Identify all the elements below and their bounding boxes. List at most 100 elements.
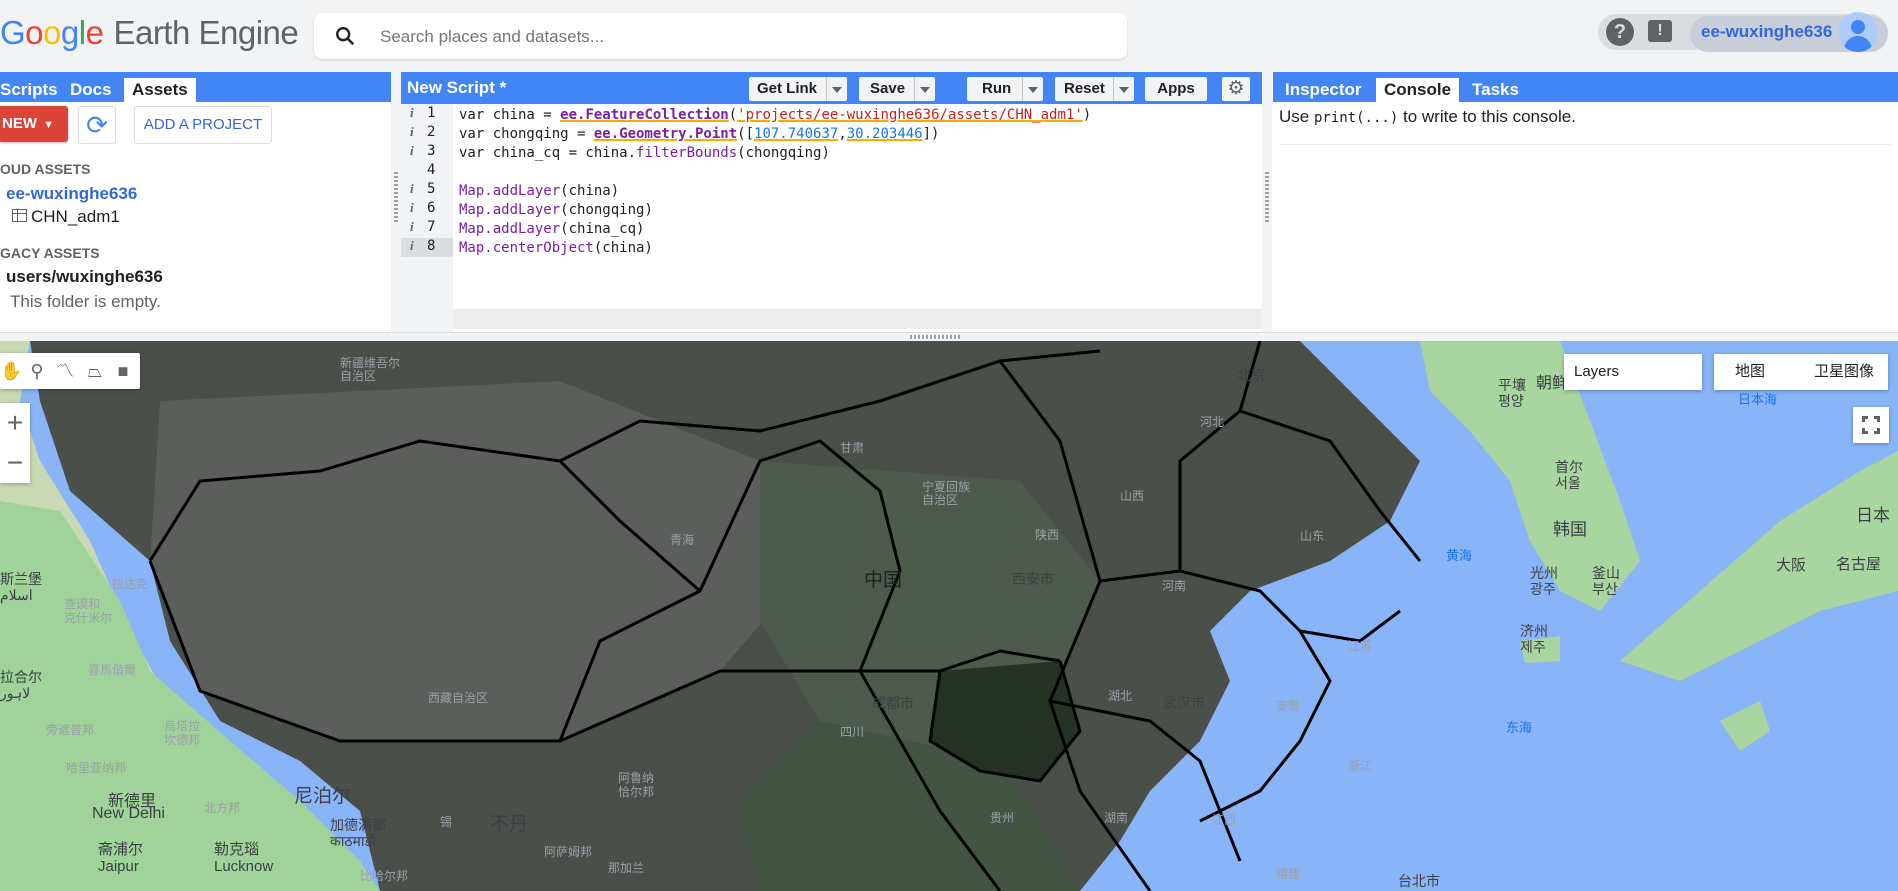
add-project-button[interactable]: ADD A PROJECT bbox=[134, 106, 272, 144]
left-splitter[interactable] bbox=[391, 72, 401, 332]
map-label: 不丹 bbox=[490, 814, 529, 835]
map-label: 那加兰 bbox=[608, 861, 645, 875]
rectangle-icon[interactable]: ■ bbox=[112, 360, 134, 382]
map-label: New Delhi bbox=[92, 805, 165, 822]
map-label: 福建 bbox=[1276, 867, 1301, 881]
refresh-icon: ⟳ bbox=[86, 110, 108, 140]
map-label: 哈里亚纳邦 bbox=[66, 761, 127, 775]
map-label: 北方邦 bbox=[204, 801, 241, 815]
map-label: 浙江 bbox=[1348, 759, 1373, 773]
chevron-down-icon: ▼ bbox=[43, 119, 55, 131]
tab-docs[interactable]: Docs bbox=[62, 78, 120, 102]
gutter-line: i3 bbox=[410, 143, 436, 159]
gutter-line: i1 bbox=[410, 105, 436, 121]
logo-product-text: Earth Engine bbox=[113, 14, 299, 51]
map-label: 大阪 bbox=[1776, 557, 1807, 574]
tab-console[interactable]: Console bbox=[1376, 78, 1460, 102]
code-line: var chongqing = ee.Geometry.Point([107.7… bbox=[459, 126, 940, 142]
map-type-satellite[interactable]: 卫星图像 bbox=[1800, 354, 1888, 390]
map-label: 烏塔拉 坎德邦 bbox=[164, 719, 201, 747]
layers-button[interactable]: Layers bbox=[1564, 354, 1702, 390]
run-label: Run bbox=[982, 80, 1012, 97]
apps-button[interactable]: Apps bbox=[1145, 77, 1207, 101]
info-icon[interactable]: i bbox=[410, 105, 414, 121]
tab-scripts[interactable]: Scripts bbox=[0, 78, 66, 102]
search-input[interactable] bbox=[378, 21, 1082, 53]
map-label: 查谟和 克什米尔 bbox=[64, 597, 113, 625]
gear-icon[interactable]: ⚙ bbox=[1222, 77, 1250, 101]
info-icon[interactable]: i bbox=[410, 200, 414, 216]
reset-button[interactable]: Reset bbox=[1055, 77, 1134, 101]
get-link-dropdown[interactable] bbox=[826, 77, 847, 101]
tab-inspector[interactable]: Inspector bbox=[1277, 78, 1370, 102]
map-label: 新疆维吾尔 自治区 bbox=[340, 356, 401, 383]
tab-tasks[interactable]: Tasks bbox=[1464, 78, 1527, 102]
new-button-label: NEW bbox=[2, 115, 37, 132]
map-label: 东海 bbox=[1506, 720, 1533, 735]
map-label: 日本海 bbox=[1738, 392, 1778, 407]
zoom-in-icon[interactable]: + bbox=[0, 403, 30, 443]
fullscreen-icon[interactable] bbox=[1853, 407, 1889, 443]
map-label: 湖南 bbox=[1104, 811, 1129, 825]
run-button[interactable]: Run bbox=[967, 77, 1043, 101]
help-icon[interactable]: ? bbox=[1606, 18, 1634, 46]
info-icon[interactable]: i bbox=[410, 143, 414, 159]
search-icon bbox=[336, 27, 355, 46]
script-title: New Script * bbox=[407, 78, 507, 97]
gutter-line: 4 bbox=[427, 162, 436, 178]
run-dropdown[interactable] bbox=[1022, 77, 1043, 101]
info-icon[interactable]: i bbox=[410, 219, 414, 235]
map-label: 阿鲁纳 恰尔邦 bbox=[618, 771, 655, 799]
asset-item[interactable]: CHN_adm1 bbox=[12, 207, 120, 227]
zoom-out-icon[interactable]: − bbox=[0, 443, 30, 483]
feedback-icon[interactable]: ! bbox=[1648, 20, 1672, 42]
map-canvas bbox=[0, 341, 1898, 891]
code-line: var china = ee.FeatureCollection('projec… bbox=[459, 107, 1092, 123]
map-label: 西藏自治区 bbox=[428, 691, 489, 705]
map-label: 济州 제주 bbox=[1520, 623, 1548, 655]
legacy-root-folder[interactable]: users/wuxinghe636 bbox=[6, 267, 163, 287]
info-icon[interactable]: i bbox=[410, 181, 414, 197]
table-icon bbox=[12, 209, 27, 222]
map-label: 青海 bbox=[670, 533, 695, 547]
map-label: 江西 bbox=[1212, 813, 1237, 827]
map-type-map[interactable]: 地图 bbox=[1714, 354, 1786, 390]
new-button[interactable]: NEW ▼ bbox=[0, 106, 68, 142]
pan-hand-icon[interactable]: ✋ bbox=[0, 360, 22, 382]
map-label: 首尔 서울 bbox=[1555, 459, 1583, 491]
get-link-label: Get Link bbox=[757, 80, 818, 97]
polygon-icon[interactable]: ⏢ bbox=[84, 360, 106, 382]
get-link-button[interactable]: Get Link bbox=[749, 77, 847, 101]
tab-assets[interactable]: Assets bbox=[124, 78, 196, 102]
code-editor-panel: New Script * Get Link Save Run Reset App… bbox=[401, 72, 1262, 332]
search-box[interactable] bbox=[314, 13, 1127, 59]
cloud-assets-heading: OUD ASSETS bbox=[0, 161, 91, 177]
map-view[interactable]: 新疆维吾尔 自治区 北京 平壤 평양 朝鲜 日本海 甘肃 河北 宁夏回族 自治区… bbox=[0, 341, 1898, 891]
map-label: 湖北 bbox=[1108, 689, 1133, 703]
info-icon[interactable]: i bbox=[410, 238, 414, 254]
empty-folder-message: This folder is empty. bbox=[10, 292, 161, 311]
save-button[interactable]: Save bbox=[859, 77, 935, 101]
map-label: 黄海 bbox=[1446, 548, 1473, 563]
map-label: 武汉市 bbox=[1163, 695, 1205, 711]
gutter-line: i2 bbox=[410, 124, 436, 140]
code-line: Map.addLayer(china_cq) bbox=[459, 221, 645, 237]
map-label: 四川 bbox=[840, 725, 865, 739]
account-name[interactable]: ee-wuxinghe636 bbox=[1701, 22, 1832, 42]
logo-google-text: Google bbox=[0, 14, 104, 51]
map-label: 甘肃 bbox=[840, 441, 865, 455]
map-label: 光州 광주 bbox=[1530, 565, 1558, 597]
project-link[interactable]: ee-wuxinghe636 bbox=[6, 184, 137, 204]
reset-dropdown[interactable] bbox=[1113, 77, 1134, 101]
marker-icon[interactable]: ⚲ bbox=[26, 360, 48, 382]
avatar[interactable] bbox=[1838, 12, 1878, 52]
earth-engine-logo[interactable]: Google Earth Engine bbox=[0, 14, 299, 52]
map-label: 河北 bbox=[1200, 415, 1225, 429]
line-icon[interactable]: 〽 bbox=[54, 360, 76, 382]
info-icon[interactable]: i bbox=[410, 124, 414, 140]
save-dropdown[interactable] bbox=[914, 77, 935, 101]
refresh-button[interactable]: ⟳ bbox=[78, 106, 116, 144]
gutter-line: i5 bbox=[410, 181, 436, 197]
drawing-tools: ✋ ⚲ 〽 ⏢ ■ bbox=[0, 353, 140, 389]
right-splitter[interactable] bbox=[1262, 72, 1272, 332]
